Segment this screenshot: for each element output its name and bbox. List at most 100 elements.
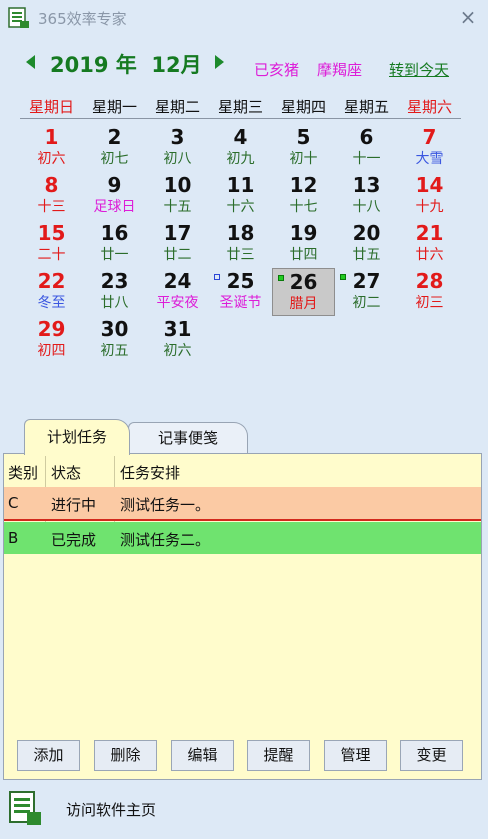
lunar-date: 圣诞节 [219, 295, 262, 311]
lunar-date: 十一 [352, 151, 381, 167]
day-number: 25 [226, 269, 255, 293]
day-cell[interactable]: 22 冬至 [20, 268, 83, 316]
day-cell[interactable]: 10 十五 [146, 172, 209, 220]
remind-button[interactable]: 提醒 [247, 740, 310, 771]
day-number: 21 [415, 221, 444, 245]
day-number: 5 [296, 125, 311, 149]
day-cell[interactable]: 31 初六 [146, 316, 209, 364]
weekday-sat: 星期六 [406, 98, 452, 116]
delete-button[interactable]: 删除 [94, 740, 157, 771]
day-cell[interactable]: 27 初二 [335, 268, 398, 316]
day-cell[interactable]: 19 廿四 [272, 220, 335, 268]
lunar-date: 廿八 [100, 295, 129, 311]
day-cell[interactable]: 25 圣诞节 [209, 268, 272, 316]
add-button[interactable]: 添加 [17, 740, 80, 771]
tab-tasks[interactable]: 计划任务 [24, 419, 130, 455]
day-number: 27 [352, 269, 381, 293]
day-cell[interactable]: 8 十三 [20, 172, 83, 220]
day-number: 24 [163, 269, 192, 293]
day-number: 29 [37, 317, 66, 341]
app-title: 365效率专家 [38, 10, 127, 28]
day-cell[interactable]: 30 初五 [83, 316, 146, 364]
day-number: 15 [37, 221, 66, 245]
table-header: 类别 状态 任务安排 [4, 456, 481, 486]
day-cell[interactable]: 20 廿五 [335, 220, 398, 268]
lunar-date: 初六 [163, 343, 192, 359]
day-cell[interactable]: 15 二十 [20, 220, 83, 268]
manage-button[interactable]: 管理 [324, 740, 387, 771]
day-number: 6 [359, 125, 374, 149]
day-cell[interactable]: 13 十八 [335, 172, 398, 220]
day-cell[interactable]: 23 廿八 [83, 268, 146, 316]
column-header-status[interactable]: 状态 [51, 462, 81, 483]
weekday-tue: 星期二 [154, 98, 200, 116]
lunar-date: 二十 [37, 247, 66, 263]
day-number: 23 [100, 269, 129, 293]
close-button[interactable]: × [458, 6, 478, 28]
day-cell[interactable]: 6 十一 [335, 124, 398, 172]
change-button[interactable]: 变更 [400, 740, 463, 771]
day-cell[interactable]: 16 廿一 [83, 220, 146, 268]
lunar-date: 初九 [226, 151, 255, 167]
day-cell[interactable]: 21 廿六 [398, 220, 461, 268]
day-cell[interactable]: 7 大雪 [398, 124, 461, 172]
day-cell[interactable]: 9 足球日 [83, 172, 146, 220]
day-cell[interactable]: 4 初九 [209, 124, 272, 172]
day-cell[interactable]: 1 初六 [20, 124, 83, 172]
lunar-date: 十六 [226, 199, 255, 215]
column-header-category[interactable]: 类别 [8, 462, 38, 483]
row-task: 测试任务二。 [120, 531, 211, 549]
lunar-date: 十八 [352, 199, 381, 215]
edit-button[interactable]: 编辑 [171, 740, 234, 771]
row-category: C [8, 494, 19, 512]
day-number: 8 [44, 173, 59, 197]
day-cell[interactable]: 29 初四 [20, 316, 83, 364]
table-row[interactable]: B 已完成 测试任务二。 [4, 522, 481, 554]
lunar-date: 初三 [415, 295, 444, 311]
notepad-icon[interactable] [8, 790, 42, 826]
lunar-date: 初五 [100, 343, 129, 359]
tab-notes[interactable]: 记事便笺 [128, 422, 248, 454]
day-number: 30 [100, 317, 129, 341]
day-cell-selected[interactable]: 26 腊月 [272, 268, 335, 316]
day-cell[interactable]: 12 十七 [272, 172, 335, 220]
zodiac-label: 摩羯座 [317, 61, 363, 79]
day-number: 3 [170, 125, 185, 149]
go-to-today-link[interactable]: 转到今天 [389, 59, 449, 80]
day-number: 19 [289, 221, 318, 245]
row-status: 已完成 [51, 531, 97, 549]
weekday-fri: 星期五 [343, 98, 389, 116]
day-number: 31 [163, 317, 192, 341]
weekday-mon: 星期一 [91, 98, 137, 116]
calendar-grid: 1 初六 2 初七 3 初八 4 初九 5 初十 6 十一 7 大雪 8 十三 9 足球日 10 十… [20, 124, 461, 369]
day-cell[interactable]: 18 廿三 [209, 220, 272, 268]
day-cell[interactable]: 5 初十 [272, 124, 335, 172]
day-cell[interactable]: 17 廿二 [146, 220, 209, 268]
month-label: 2019 年 12月 [50, 53, 202, 77]
day-cell[interactable]: 3 初八 [146, 124, 209, 172]
lunar-date: 腊月 [289, 296, 318, 312]
day-cell[interactable]: 11 十六 [209, 172, 272, 220]
lunar-date: 廿二 [163, 247, 192, 263]
day-number: 13 [352, 173, 381, 197]
lunar-date: 初六 [37, 151, 66, 167]
column-header-task[interactable]: 任务安排 [120, 462, 180, 483]
day-cell[interactable]: 14 十九 [398, 172, 461, 220]
row-category: B [8, 529, 19, 547]
previous-month-button[interactable] [26, 55, 35, 69]
day-number: 9 [107, 173, 122, 197]
lunar-date: 廿一 [100, 247, 129, 263]
day-cell[interactable]: 28 初三 [398, 268, 461, 316]
visit-homepage-link[interactable]: 访问软件主页 [66, 799, 156, 820]
next-month-button[interactable] [215, 55, 224, 69]
lunar-date: 十九 [415, 199, 444, 215]
day-number: 17 [163, 221, 192, 245]
row-task: 测试任务一。 [120, 496, 211, 514]
lunar-date: 冬至 [37, 295, 66, 311]
weekday-wed: 星期三 [217, 98, 263, 116]
table-row[interactable]: C 进行中 测试任务一。 [4, 487, 481, 521]
lunar-date: 廿五 [352, 247, 381, 263]
day-cell[interactable]: 2 初七 [83, 124, 146, 172]
lunar-date: 初十 [289, 151, 318, 167]
day-cell[interactable]: 24 平安夜 [146, 268, 209, 316]
